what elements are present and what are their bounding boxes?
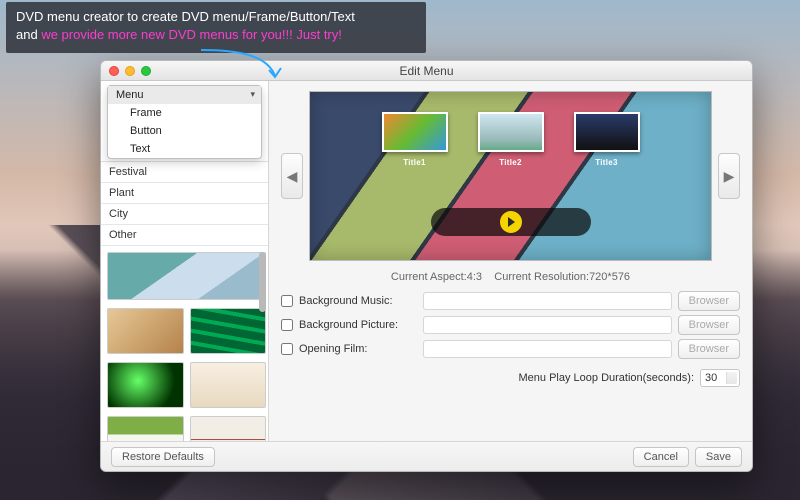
- bg-music-field[interactable]: [423, 292, 672, 310]
- category-festival[interactable]: Festival: [101, 162, 268, 183]
- duration-value: 30: [705, 372, 717, 384]
- preview-info: Current Aspect:4:3 Current Resolution:72…: [281, 261, 740, 289]
- edit-menu-window: Edit Menu Menu Frame Button Text Festiva…: [100, 60, 753, 472]
- preview-next-button[interactable]: ▶: [718, 153, 740, 199]
- template-thumb[interactable]: [190, 416, 267, 441]
- preview-prev-button[interactable]: ◀: [281, 153, 303, 199]
- menu-preview: Title1 Title2 Title3: [309, 91, 712, 261]
- template-thumb[interactable]: [107, 308, 184, 354]
- opening-film-label: Opening Film:: [299, 343, 417, 355]
- settings-form: Background Music: Browser Background Pic…: [281, 291, 740, 387]
- play-icon[interactable]: [500, 211, 522, 233]
- template-thumb[interactable]: [190, 362, 267, 408]
- bg-picture-label: Background Picture:: [299, 319, 417, 331]
- bg-picture-field[interactable]: [423, 316, 672, 334]
- template-thumb[interactable]: [107, 362, 184, 408]
- bg-picture-checkbox[interactable]: [281, 319, 293, 331]
- restore-defaults-button[interactable]: Restore Defaults: [111, 447, 215, 467]
- preview-title-label: Title1: [382, 158, 448, 167]
- promo-text-2a: and: [16, 27, 41, 42]
- main-panel: ◀ Title1 Title2 Title3: [269, 81, 752, 441]
- preview-title-3[interactable]: Title3: [574, 112, 640, 167]
- duration-label: Menu Play Loop Duration(seconds):: [519, 372, 694, 384]
- template-thumb[interactable]: [107, 252, 266, 300]
- bg-music-checkbox[interactable]: [281, 295, 293, 307]
- element-type-dropdown[interactable]: Menu Frame Button Text: [107, 85, 262, 159]
- template-thumb[interactable]: [190, 308, 267, 354]
- template-scrollbar[interactable]: [257, 252, 267, 435]
- preview-title-2[interactable]: Title2: [478, 112, 544, 167]
- save-button[interactable]: Save: [695, 447, 742, 467]
- resolution-value: 720*576: [589, 271, 630, 283]
- promo-text-highlight: we provide more new DVD menus for you!!!…: [41, 27, 342, 42]
- opening-film-field[interactable]: [423, 340, 672, 358]
- opening-film-checkbox[interactable]: [281, 343, 293, 355]
- preview-title-1[interactable]: Title1: [382, 112, 448, 167]
- preview-title-label: Title3: [574, 158, 640, 167]
- preview-play-bar: [431, 208, 591, 236]
- opening-film-browser-button[interactable]: Browser: [678, 339, 740, 359]
- category-plant[interactable]: Plant: [101, 183, 268, 204]
- duration-stepper[interactable]: 30: [700, 369, 740, 387]
- promo-arrow-icon: [195, 46, 285, 89]
- sidebar: Menu Frame Button Text Festival Plant Ci…: [101, 81, 269, 441]
- resolution-label: Current Resolution:: [494, 271, 589, 283]
- template-thumb[interactable]: [107, 416, 184, 441]
- bg-picture-browser-button[interactable]: Browser: [678, 315, 740, 335]
- bg-music-label: Background Music:: [299, 295, 417, 307]
- cancel-button[interactable]: Cancel: [633, 447, 689, 467]
- bg-music-browser-button[interactable]: Browser: [678, 291, 740, 311]
- category-list: Festival Plant City Other: [101, 161, 268, 246]
- preview-title-label: Title2: [478, 158, 544, 167]
- promo-text-1: DVD menu creator to create DVD menu/Fram…: [16, 9, 355, 24]
- category-city[interactable]: City: [101, 204, 268, 225]
- aspect-value: 4:3: [467, 271, 482, 283]
- category-other[interactable]: Other: [101, 225, 268, 246]
- dropdown-option-text[interactable]: Text: [108, 140, 261, 158]
- window-footer: Restore Defaults Cancel Save: [101, 441, 752, 471]
- dropdown-option-button[interactable]: Button: [108, 122, 261, 140]
- aspect-label: Current Aspect:: [391, 271, 467, 283]
- dropdown-option-frame[interactable]: Frame: [108, 104, 261, 122]
- template-scroll: [101, 246, 268, 441]
